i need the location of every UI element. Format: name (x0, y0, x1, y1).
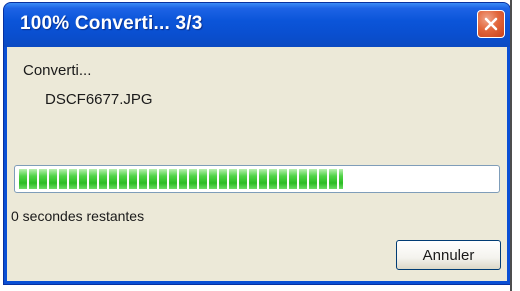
close-icon (484, 17, 498, 31)
screen-edge (510, 0, 512, 291)
title-bar[interactable]: 100% Converti... 3/3 (4, 3, 510, 47)
progress-track (19, 169, 495, 189)
window-title: 100% Converti... 3/3 (20, 13, 203, 34)
close-button[interactable] (477, 10, 505, 38)
status-text: Converti... (23, 62, 92, 79)
time-remaining-text: 0 secondes restantes (11, 208, 145, 224)
cancel-button[interactable]: Annuler (396, 240, 501, 270)
current-filename: DSCF6677.JPG (45, 91, 153, 108)
progress-fill (19, 169, 343, 189)
progress-dialog: 100% Converti... 3/3 Converti... DSCF667… (3, 2, 511, 285)
dialog-body: Converti... DSCF6677.JPG 0 secondes rest… (7, 47, 507, 281)
progress-bar (14, 165, 500, 193)
